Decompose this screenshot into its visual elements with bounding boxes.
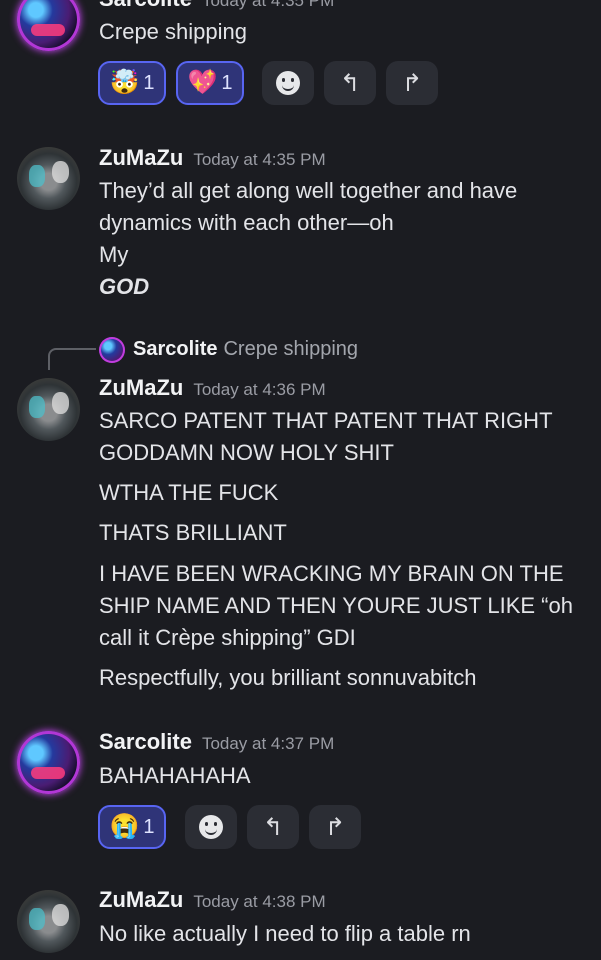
add-reaction-button[interactable]: [262, 61, 314, 105]
message-timestamp: Today at 4:35 PM: [201, 0, 335, 10]
message-text: Crepe shipping: [99, 19, 247, 44]
message-author[interactable]: ZuMaZu Today at 4:38 PM: [99, 887, 326, 913]
message-text: No like actually I need to flip a table …: [99, 921, 471, 946]
message-text: WTHA THE FUCK: [99, 480, 279, 505]
message-text-emphasis: GOD: [99, 274, 150, 299]
forward-arrow-icon: ↱: [401, 69, 423, 97]
message-text: call it Crèpe shipping” GDI: [99, 625, 356, 650]
reply-avatar-sarcolite[interactable]: [99, 337, 125, 363]
message-text: BAHAHAHAHA: [99, 763, 251, 788]
mind-blown-emoji-icon: 🤯: [109, 69, 140, 96]
message-text: My: [99, 242, 129, 267]
message-text: SARCO PATENT THAT PATENT THAT RIGHT: [99, 408, 553, 433]
avatar-zumazu[interactable]: [17, 378, 80, 441]
message-timestamp: Today at 4:37 PM: [201, 734, 335, 753]
reaction-sparkling-heart[interactable]: 💖 1: [176, 61, 244, 105]
reply-arrow-icon: ↰: [262, 813, 284, 841]
message-author[interactable]: ZuMaZu Today at 4:36 PM: [99, 375, 326, 401]
reply-arrow-icon: ↰: [339, 69, 361, 97]
message-text: I HAVE BEEN WRACKING MY BRAIN ON THE: [99, 561, 564, 586]
message-author[interactable]: ZuMaZu Today at 4:35 PM: [99, 145, 326, 171]
add-reaction-button[interactable]: [185, 805, 237, 849]
message-text: GODDAMN NOW HOLY SHIT: [99, 440, 394, 465]
message-author[interactable]: Sarcolite Today at 4:35 PM: [99, 0, 334, 12]
message-text: SHIP NAME AND THEN YOURE JUST LIKE “oh: [99, 593, 573, 618]
forward-arrow-icon: ↱: [324, 813, 346, 841]
message-timestamp: Today at 4:38 PM: [193, 892, 326, 911]
add-reaction-icon: [276, 71, 300, 95]
reaction-loudly-crying[interactable]: 😭 1: [98, 805, 166, 849]
avatar-sarcolite[interactable]: [17, 0, 80, 51]
message-author[interactable]: Sarcolite Today at 4:37 PM: [99, 729, 334, 755]
message-text: They’d all get along well together and h…: [99, 178, 518, 203]
forward-button[interactable]: ↱: [309, 805, 361, 849]
message-text: dynamics with each other—oh: [99, 210, 394, 235]
reaction-count: 1: [221, 71, 233, 94]
message-text: Respectfully, you brilliant sonnuvabitch: [99, 665, 477, 690]
message-timestamp: Today at 4:36 PM: [193, 380, 326, 399]
message-text: THATS BRILLIANT: [99, 520, 287, 545]
reply-button[interactable]: ↰: [324, 61, 376, 105]
sparkling-heart-emoji-icon: 💖: [187, 69, 218, 96]
author-name[interactable]: ZuMaZu: [99, 375, 183, 400]
reaction-count: 1: [143, 71, 155, 94]
avatar-sarcolite[interactable]: [17, 731, 80, 794]
reply-preview-text[interactable]: Crepe shipping: [223, 338, 358, 360]
reply-author[interactable]: Sarcolite: [133, 338, 217, 360]
avatar-zumazu[interactable]: [17, 890, 80, 953]
avatar-zumazu[interactable]: [17, 147, 80, 210]
reaction-mind-blown[interactable]: 🤯 1: [98, 61, 166, 105]
loudly-crying-emoji-icon: 😭: [109, 813, 140, 840]
reply-reference[interactable]: Sarcolite Crepe shipping: [133, 338, 358, 361]
reply-button[interactable]: ↰: [247, 805, 299, 849]
author-name[interactable]: Sarcolite: [99, 729, 192, 754]
forward-button[interactable]: ↱: [386, 61, 438, 105]
reply-connector: [48, 348, 96, 370]
author-name[interactable]: Sarcolite: [99, 0, 192, 11]
message-timestamp: Today at 4:35 PM: [193, 150, 326, 169]
reaction-count: 1: [143, 815, 155, 838]
author-name[interactable]: ZuMaZu: [99, 145, 183, 170]
add-reaction-icon: [199, 815, 223, 839]
author-name[interactable]: ZuMaZu: [99, 887, 183, 912]
